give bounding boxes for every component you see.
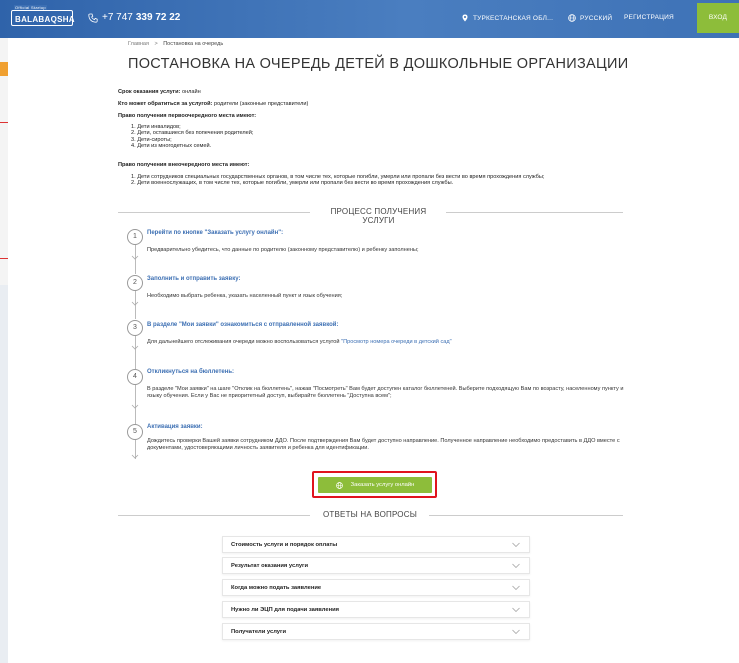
divider [118,212,310,213]
register-link[interactable]: РЕГИСТРАЦИЯ [624,14,674,21]
breadcrumb-current: Постановка на очередь [163,41,224,47]
step-number: 3 [127,320,143,336]
step-number: 5 [127,424,143,440]
priority-heading-text: Право получения первоочередного места им… [118,113,257,119]
faq-question: Нужно ли ЭЦП для подачи заявления [231,607,340,613]
service-who: Кто может обратиться за услугой: родител… [118,101,308,107]
step-title: В разделе "Мои заявки" ознакомиться с от… [147,322,339,328]
extra-list: 1. Дети сотрудников специальных государс… [131,174,544,187]
login-button[interactable]: ВХОД [697,3,739,33]
logo-tagline: Official Startup [14,5,47,10]
breadcrumb-home[interactable]: Главная [128,41,149,47]
faq-heading-text: ОТВЕТЫ НА ВОПРОСЫ [323,510,417,519]
step-title: Активация заявки: [147,424,203,430]
chevron-down-icon [512,542,520,547]
background-area [0,285,8,663]
step-text-body: Для дальнейшего отслеживания очереди мож… [147,339,340,345]
chevron-down-icon [131,454,139,459]
background-accent [0,62,8,76]
service-who-label: Кто может обратиться за услугой: [118,101,213,107]
service-who-value: родители (законные представители) [213,101,309,107]
step-title: Откликнуться на бюллетень: [147,369,235,375]
chevron-down-icon [512,629,520,634]
divider [446,212,623,213]
step-text: Предварительно убедитесь, что данные по … [147,247,419,253]
phone-contact[interactable]: +7 747 339 72 22 [88,12,180,23]
background-line [0,258,8,259]
faq-question: Получатели услуги [231,629,287,635]
language-label: РУССКИЙ [580,14,613,22]
chevron-down-icon [131,301,139,306]
list-item: 2. Дети военнослужащих, в том числе тех,… [131,180,454,187]
region-selector[interactable]: ТУРКЕСТАНСКАЯ ОБЛ... [461,14,553,22]
step-number: 1 [127,229,143,245]
globe-icon [568,14,576,22]
step-text: Необходимо выбрать ребенка, указать насе… [147,293,343,299]
background-page [0,0,8,663]
process-heading: ПРОЦЕСС ПОЛУЧЕНИЯ УСЛУГИ [118,207,623,225]
divider [429,515,623,516]
divider [118,515,310,516]
location-pin-icon [462,14,468,22]
chevron-down-icon [512,607,520,612]
faq-item[interactable]: Когда можно подать заявление [222,579,530,596]
faq-item[interactable]: Результат оказания услуги [222,557,530,574]
service-term-label: Срок оказания услуги: [118,89,181,95]
chevron-down-icon [131,345,139,350]
step-text: Дождитесь проверки Вашей заявки сотрудни… [147,438,620,451]
faq-question: Результат оказания услуги [231,563,309,569]
service-term: Срок оказания услуги: онлайн [118,89,201,95]
queue-number-link[interactable]: "Просмотр номера очереди в детский сад" [341,339,452,345]
chevron-down-icon [131,404,139,409]
chevron-down-icon [512,585,520,590]
list-item: 2. Дети, оставшиеся без попечения родите… [131,130,254,137]
background-line [0,122,8,123]
priority-list: 1. Дети инвалидов; 2. Дети, оставшиеся б… [131,124,253,150]
step-text: В разделе "Мои заявки" на шаге "Отклик н… [147,386,624,399]
faq-question: Стоимость услуги и порядок оплаты [231,542,338,548]
top-header: Official Startup BALABAQSHA +7 747 339 7… [0,0,739,38]
region-label: ТУРКЕСТАНСКАЯ ОБЛ... [473,14,554,22]
faq-heading: ОТВЕТЫ НА ВОПРОСЫ [118,510,623,520]
globe-icon [335,481,343,489]
service-term-value: онлайн [181,89,201,95]
step-text: Для дальнейшего отслеживания очереди мож… [147,339,627,346]
breadcrumb: Главная > Постановка на очередь [128,41,223,47]
faq-question: Когда можно подать заявление [231,585,322,591]
order-online-button[interactable]: Заказать услугу онлайн [318,477,432,493]
phone-icon [88,13,98,23]
phone-prefix: +7 747 [102,12,133,23]
extra-heading-text: Право получения внеочередного места имею… [118,162,250,168]
faq-item[interactable]: Получатели услуги [222,623,530,640]
logo-text: BALABAQSHA [15,15,75,24]
step-title: Заполнить и отправить заявку: [147,276,241,282]
step-title: Перейти по кнопке "Заказать услугу онлай… [147,230,284,236]
faq-item[interactable]: Стоимость услуги и порядок оплаты [222,536,530,553]
language-selector[interactable]: РУССКИЙ [568,14,612,22]
list-item: 4. Дети из многодетных семей. [131,143,212,150]
breadcrumb-separator: > [154,41,158,47]
step-number: 2 [127,275,143,291]
logo[interactable]: Official Startup BALABAQSHA [11,5,75,26]
chevron-down-icon [512,563,520,568]
faq-item[interactable]: Нужно ли ЭЦП для подачи заявления [222,601,530,618]
order-online-label: Заказать услугу онлайн [350,482,415,488]
phone-number: 339 72 22 [135,12,181,23]
extra-heading: Право получения внеочередного места имею… [118,162,249,168]
priority-heading: Право получения первоочередного места им… [118,113,256,119]
page-title: ПОСТАНОВКА НА ОЧЕРЕДЬ ДЕТЕЙ В ДОШКОЛЬНЫЕ… [128,56,629,72]
step-number: 4 [127,369,143,385]
chevron-down-icon [131,255,139,260]
process-heading-text: ПРОЦЕСС ПОЛУЧЕНИЯ УСЛУГИ [330,207,427,225]
